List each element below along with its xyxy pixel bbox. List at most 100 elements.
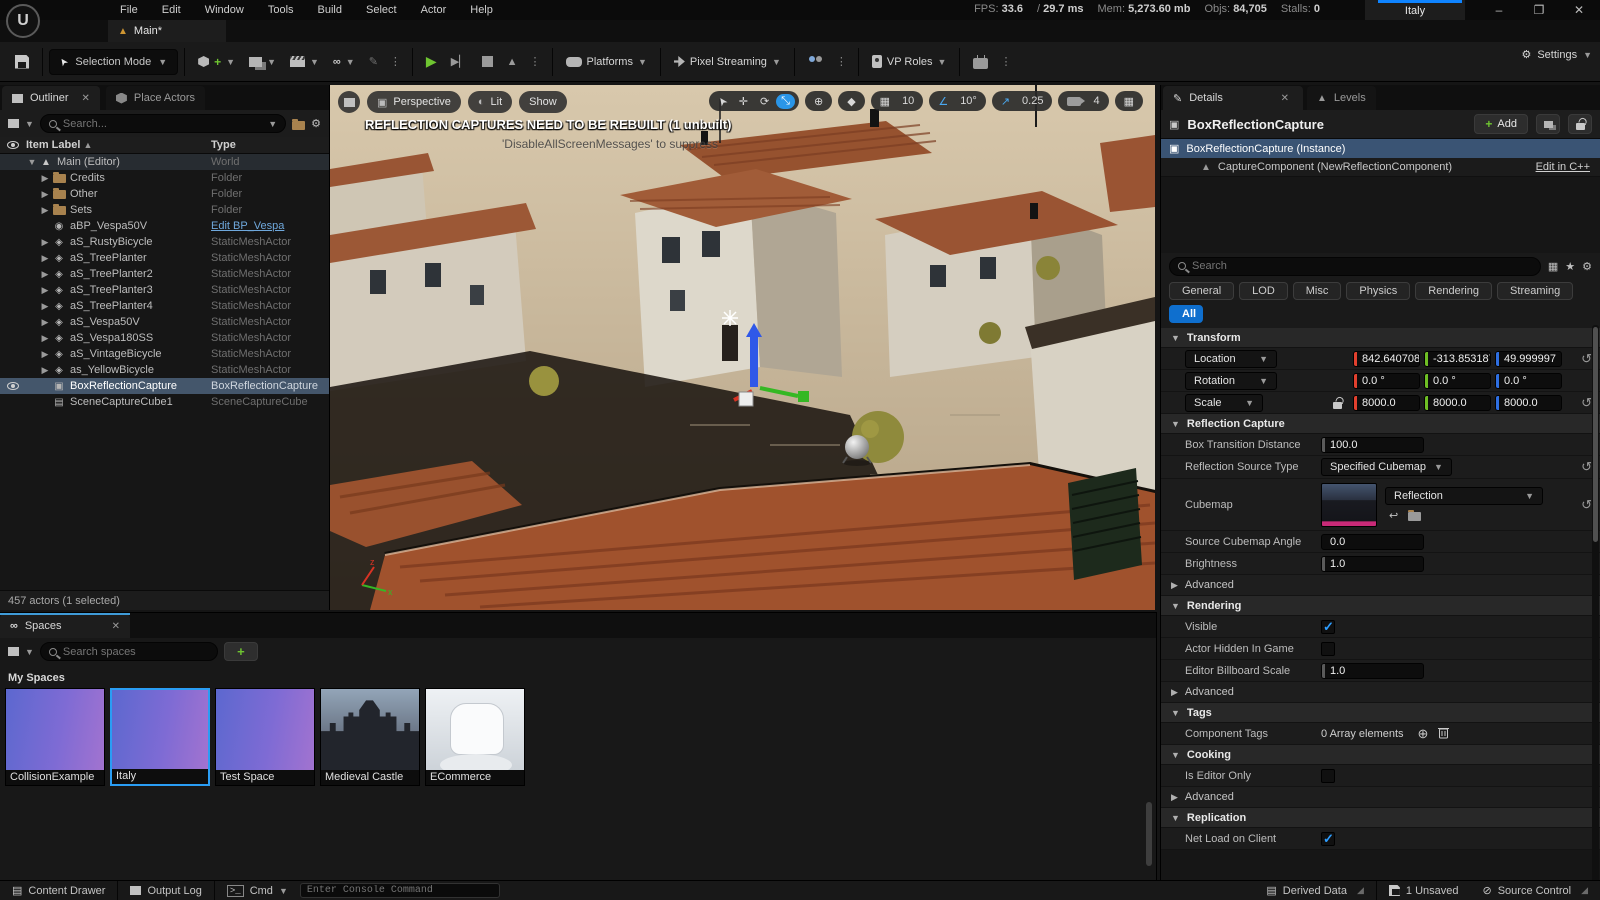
outliner-row[interactable]: ▶◈aS_Vespa50VStaticMeshActor	[0, 314, 329, 330]
add-component-button[interactable]: +Add	[1474, 114, 1528, 134]
tab-outliner[interactable]: Outliner ✕	[2, 86, 100, 110]
spaces-search[interactable]	[40, 642, 218, 661]
menu-help[interactable]: Help	[458, 1, 505, 19]
outliner-row[interactable]: ▶◈aS_VintageBicycleStaticMeshActor	[0, 346, 329, 362]
section-replication[interactable]: ▼Replication	[1161, 808, 1600, 828]
cmd-dropdown[interactable]: >_ Cmd ▼	[215, 881, 300, 900]
space-card-test-space[interactable]: Test Space	[215, 688, 315, 786]
outliner-row[interactable]: ▶◈as_YellowBicycleStaticMeshActor	[0, 362, 329, 378]
filter-icon[interactable]	[8, 119, 19, 128]
content-drawer-button[interactable]: ▤ Content Drawer	[0, 881, 117, 900]
show-dropdown[interactable]: Show	[519, 91, 567, 113]
expander-icon[interactable]: ▶	[39, 285, 51, 296]
gear-icon[interactable]: ⚙	[1582, 260, 1592, 273]
filter-rendering[interactable]: Rendering	[1415, 282, 1492, 300]
viewport[interactable]: z x ▣Perspective ◐Lit Show ➤ ✛ ⟳ ⤡ ⊕ ◆ ▦…	[330, 85, 1155, 610]
eye-icon[interactable]	[7, 382, 19, 390]
cinematics-button[interactable]: ▼	[283, 51, 326, 72]
filter-physics[interactable]: Physics	[1346, 282, 1410, 300]
add-element-icon[interactable]: ⊕	[1418, 726, 1429, 742]
space-card-italy[interactable]: Italy	[110, 688, 210, 786]
move-tool-button[interactable]: ✛	[734, 94, 753, 109]
platforms-dropdown[interactable]: Platforms▼	[559, 51, 654, 73]
viewport-menu-button[interactable]	[338, 91, 360, 113]
display-options-icon[interactable]: ▦	[1548, 260, 1558, 273]
component-tree-root[interactable]: ▣ BoxReflectionCapture (Instance)	[1161, 139, 1600, 158]
rotate-tool-button[interactable]: ⟳	[755, 94, 774, 109]
scale-snap-button[interactable]: ↗	[996, 94, 1015, 109]
menu-edit[interactable]: Edit	[150, 1, 193, 19]
gear-icon[interactable]: ⚙	[311, 117, 321, 130]
box-transition-field[interactable]: 100.0	[1321, 437, 1424, 453]
unreal-logo[interactable]: U	[6, 4, 40, 38]
pixel-streaming-dropdown[interactable]: Pixel Streaming▼	[667, 51, 788, 73]
net-load-checkbox[interactable]	[1321, 832, 1335, 846]
space-card-collisionexample[interactable]: CollisionExample	[5, 688, 105, 786]
details-scrollbar[interactable]	[1592, 325, 1599, 885]
rotation-y-field[interactable]: 0.0 °	[1424, 373, 1491, 389]
angle-snap-button[interactable]: ∠	[933, 94, 953, 109]
favorites-icon[interactable]: ★	[1565, 260, 1575, 273]
expander-icon[interactable]: ▶	[39, 253, 51, 264]
expander-icon[interactable]: ▶	[39, 301, 51, 312]
close-icon[interactable]: ✕	[82, 93, 90, 104]
outliner-row[interactable]: ▶◈aS_RustyBicycleStaticMeshActor	[0, 234, 329, 250]
scale-tool-button[interactable]: ⤡	[776, 94, 795, 109]
chevron-down-icon[interactable]: ▼	[25, 647, 34, 657]
location-y-field[interactable]: -313.853187	[1424, 351, 1491, 367]
edit-blueprint-link[interactable]: Edit BP_Vespa	[211, 220, 329, 232]
section-tags[interactable]: ▼Tags	[1161, 703, 1600, 723]
scale-lock-icon[interactable]	[1333, 402, 1342, 409]
source-control-button[interactable]: ⊘ Source Control ◢	[1470, 881, 1600, 900]
outliner-row[interactable]: ▶◈aS_TreePlanter2StaticMeshActor	[0, 266, 329, 282]
spaces-scrollbar[interactable]	[1146, 802, 1152, 866]
rendering-advanced[interactable]: ▶Advanced	[1161, 682, 1600, 703]
close-icon[interactable]: ✕	[112, 621, 120, 632]
outliner-row[interactable]: ▣BoxReflectionCaptureBoxReflectionCaptur…	[0, 378, 329, 394]
expander-icon[interactable]: ▶	[39, 317, 51, 328]
multi-user-button[interactable]	[801, 51, 831, 73]
scale-x-field[interactable]: 8000.0	[1353, 395, 1420, 411]
cubemap-thumbnail[interactable]	[1321, 483, 1377, 527]
source-type-dropdown[interactable]: Specified Cubemap▼	[1321, 458, 1452, 476]
close-icon[interactable]: ✕	[1281, 93, 1289, 104]
eject-button[interactable]: ▲	[500, 51, 525, 73]
filter-general[interactable]: General	[1169, 282, 1234, 300]
viewport-layout-button[interactable]: ▦	[1115, 91, 1143, 111]
expander-icon[interactable]: ▶	[39, 189, 51, 200]
filter-streaming[interactable]: Streaming	[1497, 282, 1573, 300]
location-dropdown[interactable]: Location▼	[1185, 350, 1277, 368]
world-space-button[interactable]: ⊕	[805, 91, 832, 111]
menu-build[interactable]: Build	[306, 1, 354, 19]
component-tree-child[interactable]: ▲ CaptureComponent (NewReflectionCompone…	[1161, 158, 1600, 177]
save-all-button[interactable]	[8, 50, 36, 74]
tab-place-actors[interactable]: Place Actors	[106, 86, 205, 110]
outliner-row[interactable]: ▶◈aS_TreePlanter3StaticMeshActor	[0, 282, 329, 298]
scale-z-field[interactable]: 8000.0	[1495, 395, 1562, 411]
outliner-search[interactable]: ▼	[40, 114, 286, 133]
grid-snap-value[interactable]: 10	[897, 94, 919, 108]
rotation-x-field[interactable]: 0.0 °	[1353, 373, 1420, 389]
outliner-row[interactable]: ◉aBP_Vespa50VEdit BP_Vespa	[0, 218, 329, 234]
filter-lod[interactable]: LOD	[1239, 282, 1288, 300]
tab-spaces[interactable]: ∞ Spaces ✕	[0, 614, 130, 638]
scale-snap-value[interactable]: 0.25	[1017, 94, 1048, 108]
level-tab-main[interactable]: ▲ Main*	[108, 20, 226, 42]
rotation-z-field[interactable]: 0.0 °	[1495, 373, 1562, 389]
cooking-advanced[interactable]: ▶Advanced	[1161, 787, 1600, 808]
angle-snap-value[interactable]: 10°	[955, 94, 982, 108]
section-cooking[interactable]: ▼Cooking	[1161, 745, 1600, 765]
expander-icon[interactable]: ▶	[39, 365, 51, 376]
reset-icon[interactable]: ↺	[1581, 497, 1592, 513]
blueprints-button[interactable]: ▼	[242, 52, 283, 72]
minimize-button[interactable]: –	[1480, 0, 1518, 20]
outliner-row[interactable]: ▤SceneCaptureCube1SceneCaptureCube	[0, 394, 329, 410]
play-options-dots[interactable]: ⋮	[525, 55, 546, 68]
select-tool-button[interactable]: ➤	[713, 94, 732, 109]
new-folder-icon[interactable]	[292, 121, 305, 130]
perspective-dropdown[interactable]: ▣Perspective	[367, 91, 461, 113]
menu-tools[interactable]: Tools	[256, 1, 306, 19]
editor-only-checkbox[interactable]	[1321, 769, 1335, 783]
settings-dropdown[interactable]: ⚙ Settings ▼	[1521, 48, 1592, 61]
maximize-button[interactable]: ❐	[1520, 0, 1558, 20]
